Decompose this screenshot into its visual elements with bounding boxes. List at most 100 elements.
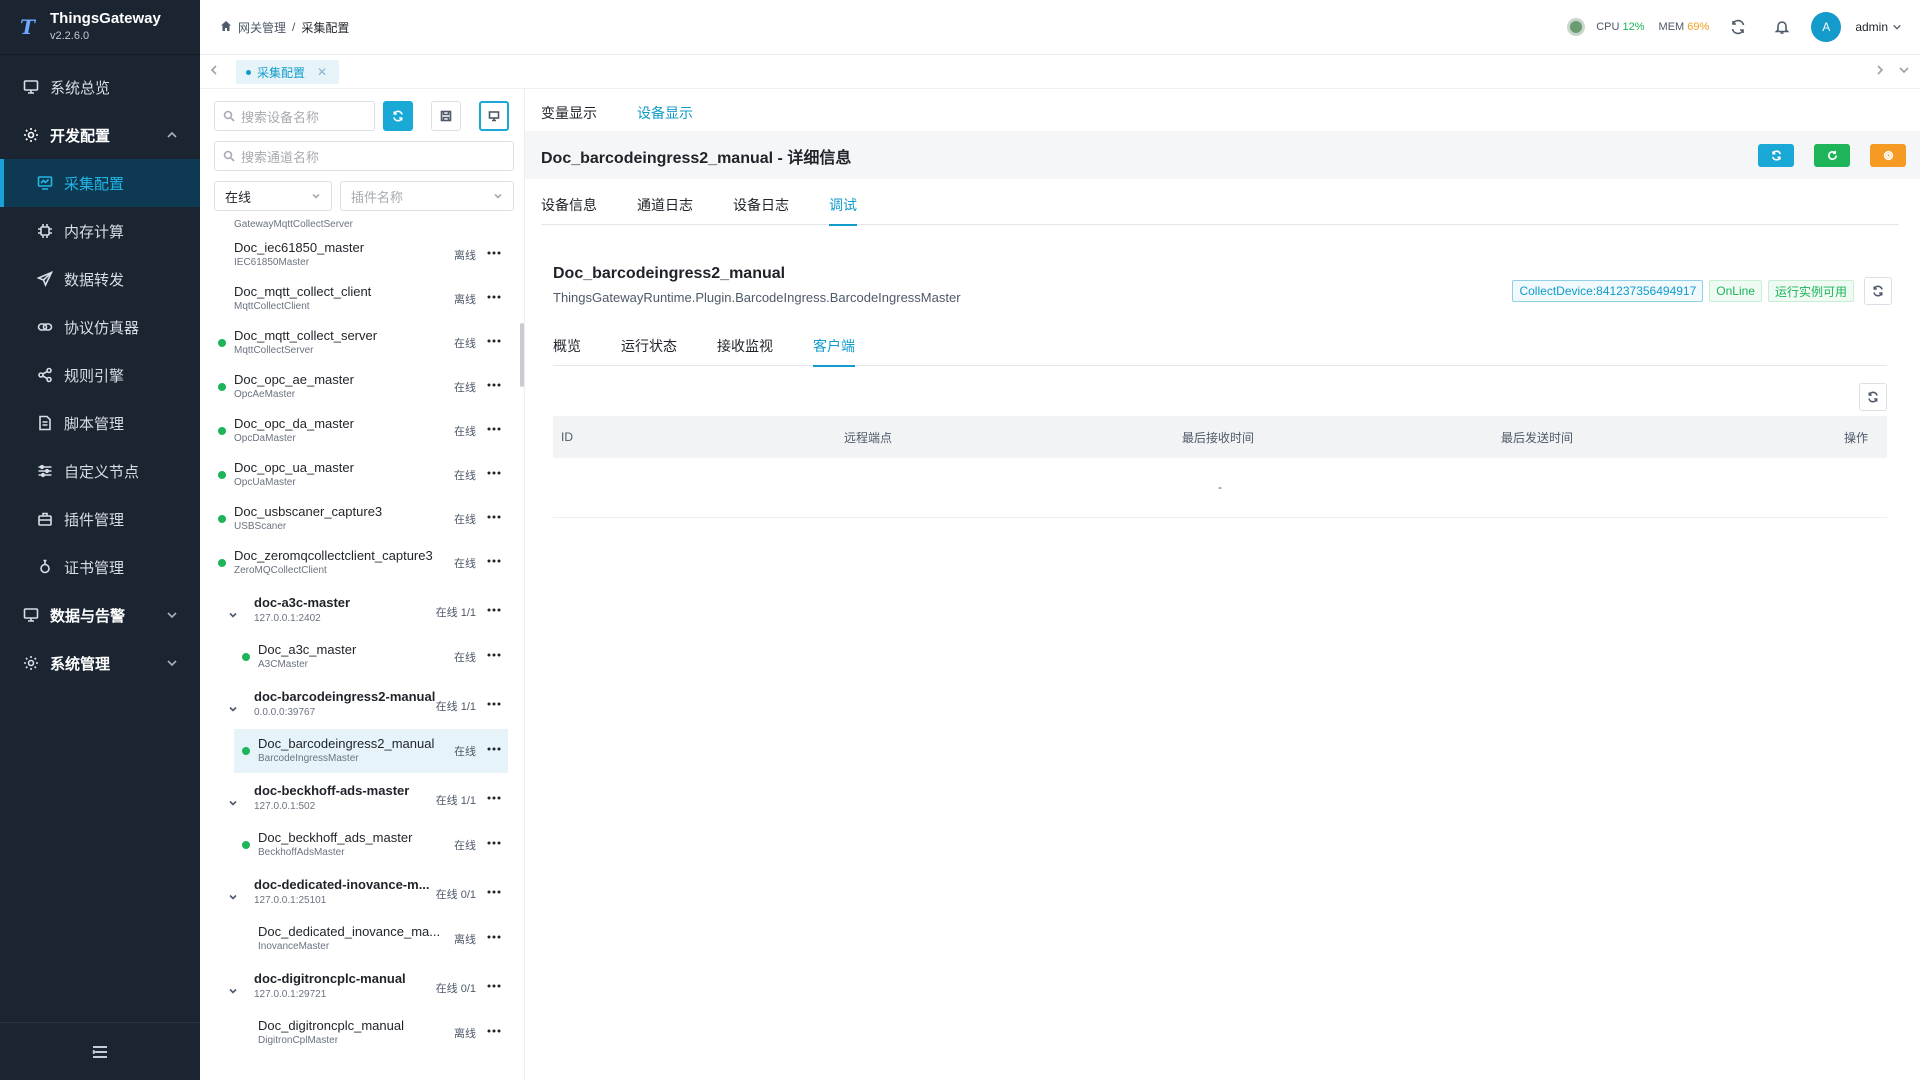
column-header[interactable]: 最后发送时间: [1501, 429, 1573, 446]
sidebar-item-overview[interactable]: 系统总览: [0, 63, 200, 111]
more-icon[interactable]: [484, 419, 504, 439]
column-header[interactable]: 最后接收时间: [1182, 429, 1254, 446]
chevron-down-icon[interactable]: [228, 889, 238, 900]
tree-node[interactable]: Doc_digitroncplc_manual DigitronCplMaste…: [200, 1011, 518, 1055]
breadcrumb-item[interactable]: 网关管理: [238, 19, 286, 36]
more-icon[interactable]: [484, 243, 504, 263]
refresh-icon[interactable]: [1723, 12, 1753, 42]
tabs-scroll-right-icon[interactable]: [1874, 63, 1890, 79]
device-refresh-button[interactable]: [1864, 277, 1892, 305]
tab-run-state[interactable]: 运行状态: [621, 338, 677, 366]
chevron-down-icon[interactable]: [228, 983, 238, 994]
more-icon[interactable]: [484, 694, 504, 714]
sidebar-group-dev-config[interactable]: 开发配置: [0, 111, 200, 159]
user-menu[interactable]: admin: [1855, 20, 1902, 34]
status-select[interactable]: 在线: [214, 181, 332, 211]
more-icon[interactable]: [484, 1021, 504, 1041]
tree-node[interactable]: Doc_dedicated_inovance_ma... InovanceMas…: [200, 917, 518, 961]
sidebar-item-memory-compute[interactable]: 内存计算: [0, 207, 200, 255]
tabs-scroll-left-icon[interactable]: [208, 63, 224, 79]
more-icon[interactable]: [484, 882, 504, 902]
tabs-dropdown-icon[interactable]: [1898, 63, 1914, 79]
search-channel-input[interactable]: 搜索通道名称: [214, 141, 514, 171]
node-name: Doc_zeromqcollectclient_capture3: [234, 548, 433, 563]
tree-channel-node[interactable]: doc-dedicated-inovance-m... 127.0.0.1:25…: [200, 867, 518, 917]
tree-node[interactable]: Doc_mqtt_collect_client MqttCollectClien…: [200, 277, 518, 321]
tree-node[interactable]: Doc_opc_ua_master OpcUaMaster 在线: [200, 453, 518, 497]
more-icon[interactable]: [484, 600, 504, 620]
empty-placeholder: -: [1218, 480, 1222, 494]
sidebar-item-plugin-manage[interactable]: 插件管理: [0, 495, 200, 543]
chevron-down-icon[interactable]: [228, 607, 238, 618]
tree-channel-node[interactable]: doc-digitroncplc-manual 127.0.0.1:29721 …: [200, 961, 518, 1011]
sidebar-group-data-alarm[interactable]: 数据与告警: [0, 591, 200, 639]
more-icon[interactable]: [484, 788, 504, 808]
sidebar-item-rule-engine[interactable]: 规则引擎: [0, 351, 200, 399]
more-icon[interactable]: [484, 287, 504, 307]
sidebar-group-system-manage[interactable]: 系统管理: [0, 639, 200, 687]
tab-device-log[interactable]: 设备日志: [733, 197, 789, 225]
tab-collect-config[interactable]: 采集配置 ✕: [236, 60, 340, 84]
tree-node[interactable]: GatewayMqttCollectServer: [200, 219, 518, 233]
detail-header: Doc_barcodeingress2_manual - 详细信息: [525, 131, 1920, 179]
tree-channel-node[interactable]: doc-beckhoff-ads-master 127.0.0.1:502 在线…: [200, 773, 518, 823]
column-header[interactable]: ID: [561, 430, 573, 444]
sidebar-item-label: 证书管理: [64, 559, 125, 577]
search-device-input[interactable]: 搜索设备名称: [214, 101, 375, 131]
tree-node[interactable]: Doc_iec61850_master IEC61850Master 离线: [200, 233, 518, 277]
tree-node[interactable]: Doc_beckhoff_ads_master BeckhoffAdsMaste…: [200, 823, 518, 867]
chevron-down-icon[interactable]: [228, 795, 238, 806]
tree-node[interactable]: Doc_a3c_master A3CMaster 在线: [200, 635, 518, 679]
more-icon[interactable]: [484, 507, 504, 527]
more-icon[interactable]: [484, 645, 504, 665]
tab-receive-monitor[interactable]: 接收监视: [717, 338, 773, 366]
tree-channel-node[interactable]: doc-barcodeingress2-manual 0.0.0.0:39767…: [200, 679, 518, 729]
scrollbar-thumb[interactable]: [520, 323, 524, 387]
sidebar-item-script-manage[interactable]: 脚本管理: [0, 399, 200, 447]
collapse-sidebar-button[interactable]: [0, 1022, 200, 1080]
sidebar-item-collect-config[interactable]: 采集配置: [0, 159, 200, 207]
sidebar-item-data-forward[interactable]: 数据转发: [0, 255, 200, 303]
more-icon[interactable]: [484, 976, 504, 996]
tab-debug[interactable]: 调试: [829, 197, 857, 226]
sidebar-item-custom-node[interactable]: 自定义节点: [0, 447, 200, 495]
refresh-button[interactable]: [383, 101, 413, 131]
save-button[interactable]: [431, 101, 461, 131]
more-icon[interactable]: [484, 463, 504, 483]
more-icon[interactable]: [484, 927, 504, 947]
tree-channel-node[interactable]: doc-a3c-master 127.0.0.1:2402 在线 1/1: [200, 585, 518, 635]
close-icon[interactable]: ✕: [317, 65, 327, 79]
device-view-button[interactable]: [479, 101, 509, 131]
restart-button[interactable]: [1814, 144, 1850, 167]
brand: T ThingsGateway v2.2.6.0: [0, 0, 200, 55]
tree-node[interactable]: Doc_mqtt_collect_server MqttCollectServe…: [200, 321, 518, 365]
sidebar-item-protocol-simulator[interactable]: 协议仿真器: [0, 303, 200, 351]
tree-node[interactable]: Doc_zeromqcollectclient_capture3 ZeroMQC…: [200, 541, 518, 585]
more-icon[interactable]: [484, 331, 504, 351]
tab-overview[interactable]: 概览: [553, 338, 581, 366]
bell-icon[interactable]: [1767, 12, 1797, 42]
tab-variable-display[interactable]: 变量显示: [541, 89, 597, 131]
tab-device-display[interactable]: 设备显示: [637, 89, 693, 133]
column-header[interactable]: 远程端点: [844, 429, 892, 446]
plugin-select[interactable]: 插件名称: [340, 181, 514, 211]
refresh-button[interactable]: [1758, 144, 1794, 167]
tab-channel-log[interactable]: 通道日志: [637, 197, 693, 225]
device-tree-panel: 搜索设备名称 搜索通道名称 在线 插件名称 GatewayMqttCollect…: [200, 89, 525, 1080]
avatar[interactable]: A: [1811, 12, 1842, 42]
chevron-down-icon[interactable]: [228, 701, 238, 712]
tree-node[interactable]: Doc_opc_ae_master OpcAeMaster 在线: [200, 365, 518, 409]
tree-node[interactable]: Doc_usbscaner_capture3 USBScaner 在线: [200, 497, 518, 541]
tree-node-selected[interactable]: Doc_barcodeingress2_manual BarcodeIngres…: [234, 729, 508, 773]
sidebar-item-cert-manage[interactable]: 证书管理: [0, 543, 200, 591]
table-refresh-button[interactable]: [1859, 383, 1887, 411]
settings-button[interactable]: [1870, 144, 1906, 167]
tab-device-info[interactable]: 设备信息: [541, 197, 597, 225]
more-icon[interactable]: [484, 375, 504, 395]
tab-clients[interactable]: 客户端: [813, 338, 855, 367]
more-icon[interactable]: [484, 551, 504, 571]
tree-node[interactable]: Doc_opc_da_master OpcDaMaster 在线: [200, 409, 518, 453]
home-icon[interactable]: [220, 20, 232, 35]
more-icon[interactable]: [484, 739, 504, 759]
more-icon[interactable]: [484, 833, 504, 853]
